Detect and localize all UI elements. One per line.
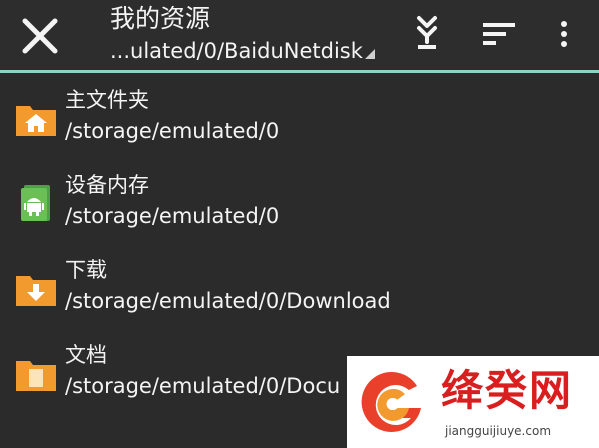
download-folder-icon <box>16 272 56 308</box>
location-path: /storage/emulated/0 <box>65 204 280 228</box>
location-path: /storage/emulated/0/Docu <box>65 374 341 398</box>
android-storage-icon <box>16 185 56 223</box>
more-vert-icon <box>561 21 567 47</box>
download-arrows-icon <box>417 16 437 49</box>
watermark-logo-icon <box>357 366 429 438</box>
list-item-device-storage[interactable]: 设备内存 /storage/emulated/0 <box>0 165 599 250</box>
close-button[interactable] <box>18 14 62 58</box>
page-title: 我的资源 <box>110 4 211 33</box>
path-selector[interactable]: ...ulated/0/BaiduNetdisk <box>110 38 400 64</box>
list-item-home[interactable]: 主文件夹 /storage/emulated/0 <box>0 80 599 165</box>
document-folder-icon <box>16 357 56 393</box>
location-name: 下载 <box>65 258 107 282</box>
watermark-url: jiangguijiuye.com <box>445 424 552 438</box>
current-path: ...ulated/0/BaiduNetdisk <box>110 39 363 63</box>
location-name: 设备内存 <box>65 173 149 197</box>
sort-lines-icon <box>483 23 515 45</box>
location-name: 主文件夹 <box>65 88 149 112</box>
location-path: /storage/emulated/0 <box>65 119 280 143</box>
app-toolbar: 我的资源 ...ulated/0/BaiduNetdisk <box>0 0 599 70</box>
location-path: /storage/emulated/0/Download <box>65 289 391 313</box>
watermark-text: 绛癸网 <box>441 366 574 415</box>
sort-button[interactable] <box>476 12 522 56</box>
home-folder-icon <box>16 102 56 138</box>
title-block[interactable]: 我的资源 ...ulated/0/BaiduNetdisk <box>110 4 400 66</box>
list-item-download[interactable]: 下载 /storage/emulated/0/Download <box>0 250 599 335</box>
toolbar-divider <box>0 70 599 73</box>
dropdown-triangle-icon <box>364 49 375 59</box>
location-name: 文档 <box>65 343 107 367</box>
more-options-button[interactable] <box>550 12 578 56</box>
site-watermark: 绛癸网 jiangguijiuye.com <box>347 356 599 448</box>
close-icon <box>22 18 58 54</box>
download-button[interactable] <box>407 12 447 56</box>
